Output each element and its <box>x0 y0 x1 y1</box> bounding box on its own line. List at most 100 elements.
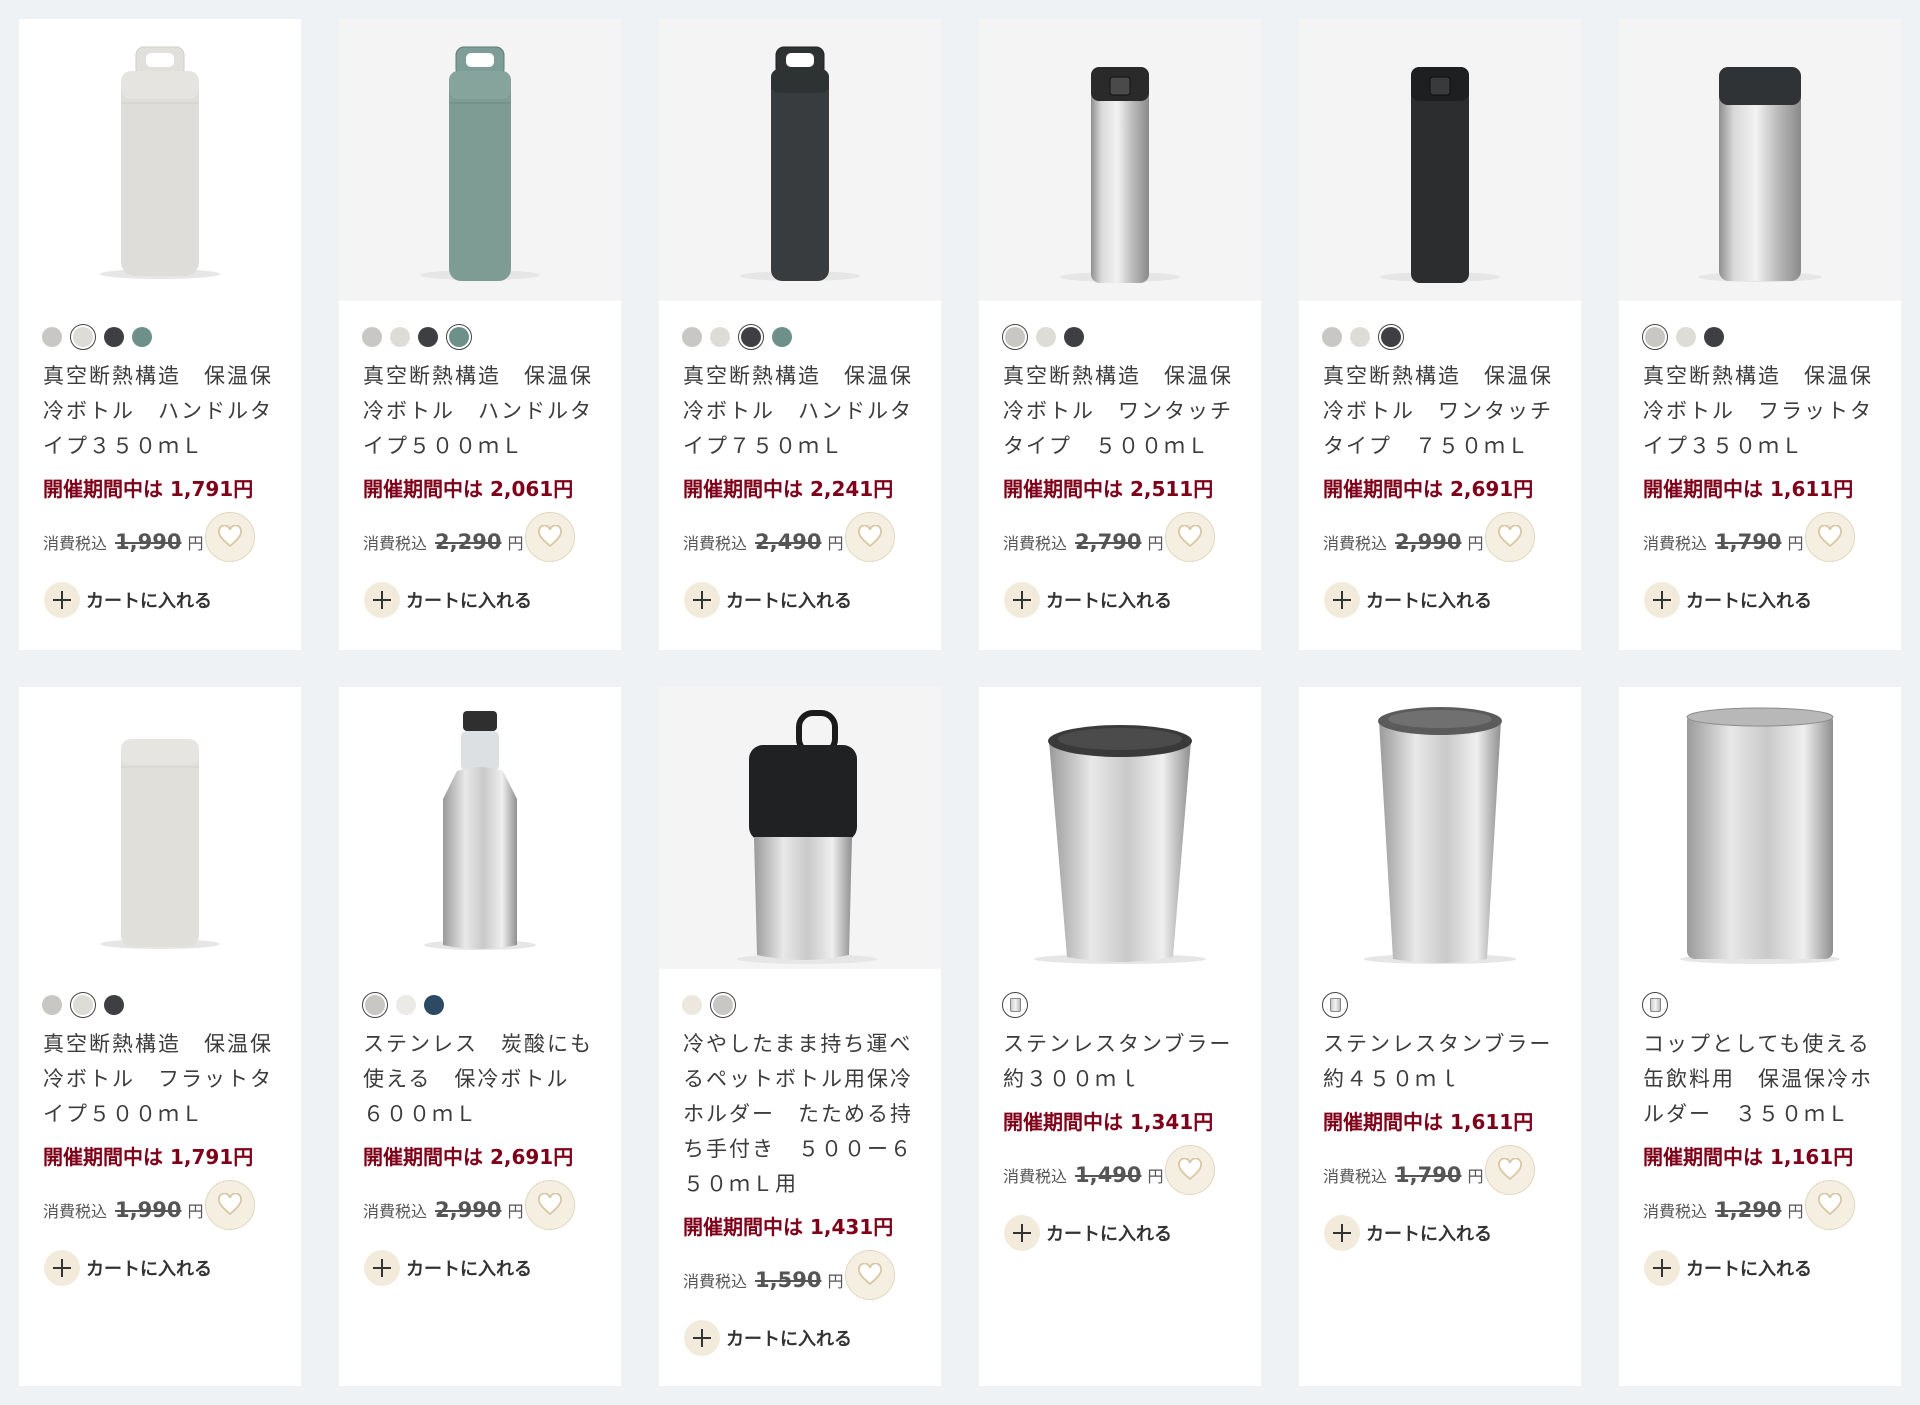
product-image[interactable] <box>979 687 1261 969</box>
favorite-button[interactable] <box>205 1180 255 1230</box>
original-price: 1,290 <box>1715 1198 1782 1222</box>
add-to-cart-button[interactable]: カートに入れる <box>683 572 917 628</box>
add-to-cart-button[interactable]: カートに入れる <box>1323 572 1557 628</box>
color-swatch[interactable] <box>738 324 764 350</box>
add-to-cart-label: カートに入れる <box>1686 591 1812 612</box>
product-name[interactable]: 真空断熱構造 保温保冷ボトル フラットタイプ５００ｍＬ <box>43 1027 277 1132</box>
product-card[interactable]: 真空断熱構造 保温保冷ボトル ワンタッチタイプ ５００ｍＬ 開催期間中は 2,5… <box>979 19 1261 650</box>
product-image[interactable] <box>19 19 301 301</box>
add-to-cart-button[interactable]: カートに入れる <box>1003 1205 1237 1261</box>
add-to-cart-button[interactable]: カートに入れる <box>363 1240 597 1296</box>
product-name[interactable]: 真空断熱構造 保温保冷ボトル フラットタイプ３５０ｍＬ <box>1643 359 1877 464</box>
product-card[interactable]: 真空断熱構造 保温保冷ボトル ハンドルタイプ３５０ｍＬ 開催期間中は 1,791… <box>19 19 301 650</box>
product-image[interactable] <box>659 19 941 301</box>
color-swatch[interactable] <box>1676 327 1696 347</box>
favorite-button[interactable] <box>205 512 255 562</box>
product-name[interactable]: 冷やしたまま持ち運べるペットボトル用保冷ホルダー たためる持ち手付き ５００ー６… <box>683 1027 917 1202</box>
product-card[interactable]: 真空断熱構造 保温保冷ボトル ハンドルタイプ７５０ｍＬ 開催期間中は 2,241… <box>659 19 941 650</box>
color-swatch[interactable] <box>70 992 96 1018</box>
color-swatch[interactable] <box>132 327 152 347</box>
color-swatch[interactable] <box>104 995 124 1015</box>
product-image[interactable] <box>19 687 301 969</box>
product-image[interactable] <box>659 687 941 969</box>
product-name[interactable]: ステンレスタンブラー約３００ｍｌ <box>1003 1027 1237 1097</box>
original-price: 2,990 <box>1395 530 1462 554</box>
color-swatch[interactable] <box>1642 324 1668 350</box>
add-to-cart-button[interactable]: カートに入れる <box>363 572 597 628</box>
color-swatch[interactable] <box>710 327 730 347</box>
color-swatch[interactable] <box>1002 324 1028 350</box>
color-swatch[interactable] <box>42 995 62 1015</box>
color-swatch[interactable] <box>682 995 702 1015</box>
product-image[interactable] <box>1299 19 1581 301</box>
color-swatch[interactable] <box>396 995 416 1015</box>
product-card[interactable]: ステンレス 炭酸にも使える 保冷ボトル ６００ｍＬ 開催期間中は 2,691円 … <box>339 687 621 1386</box>
color-swatch[interactable] <box>710 992 736 1018</box>
color-swatch[interactable] <box>1064 327 1084 347</box>
color-swatch[interactable] <box>446 324 472 350</box>
color-swatch[interactable] <box>42 327 62 347</box>
product-card[interactable]: 真空断熱構造 保温保冷ボトル ワンタッチタイプ ７５０ｍＬ 開催期間中は 2,6… <box>1299 19 1581 650</box>
product-image[interactable] <box>979 19 1261 301</box>
product-image[interactable] <box>339 687 621 969</box>
product-name[interactable]: コップとしても使える缶飲料用 保温保冷ホルダー ３５０ｍＬ <box>1643 1027 1877 1132</box>
product-card[interactable]: ステンレスタンブラー約３００ｍｌ 開催期間中は 1,341円 消費税込 1,49… <box>979 687 1261 1386</box>
color-swatch[interactable] <box>104 327 124 347</box>
add-to-cart-button[interactable]: カートに入れる <box>1003 572 1237 628</box>
product-name[interactable]: 真空断熱構造 保温保冷ボトル ハンドルタイプ５００ｍＬ <box>363 359 597 464</box>
color-swatch[interactable] <box>1350 327 1370 347</box>
color-swatch[interactable] <box>70 324 96 350</box>
product-card[interactable]: 真空断熱構造 保温保冷ボトル ハンドルタイプ５００ｍＬ 開催期間中は 2,061… <box>339 19 621 650</box>
product-image[interactable] <box>339 19 621 301</box>
favorite-button[interactable] <box>1165 1145 1215 1195</box>
product-card[interactable]: 真空断熱構造 保温保冷ボトル フラットタイプ５００ｍＬ 開催期間中は 1,791… <box>19 687 301 1386</box>
color-swatch[interactable] <box>362 992 388 1018</box>
color-swatch[interactable] <box>772 327 792 347</box>
add-to-cart-label: カートに入れる <box>1046 591 1172 612</box>
product-card[interactable]: 冷やしたまま持ち運べるペットボトル用保冷ホルダー たためる持ち手付き ５００ー６… <box>659 687 941 1386</box>
product-name[interactable]: 真空断熱構造 保温保冷ボトル ワンタッチタイプ ５００ｍＬ <box>1003 359 1237 464</box>
add-to-cart-button[interactable]: カートに入れる <box>1643 572 1877 628</box>
sale-price: 開催期間中は 1,791円 <box>43 477 254 501</box>
favorite-button[interactable] <box>525 512 575 562</box>
add-to-cart-button[interactable]: カートに入れる <box>43 572 277 628</box>
favorite-button[interactable] <box>1805 512 1855 562</box>
product-name[interactable]: ステンレス 炭酸にも使える 保冷ボトル ６００ｍＬ <box>363 1027 597 1132</box>
product-image[interactable] <box>1299 687 1581 969</box>
product-name[interactable]: 真空断熱構造 保温保冷ボトル ハンドルタイプ３５０ｍＬ <box>43 359 277 464</box>
favorite-button[interactable] <box>1165 512 1215 562</box>
color-swatch[interactable] <box>424 995 444 1015</box>
add-to-cart-button[interactable]: カートに入れる <box>683 1310 917 1366</box>
color-swatch[interactable] <box>362 327 382 347</box>
add-to-cart-button[interactable]: カートに入れる <box>43 1240 277 1296</box>
color-swatch[interactable] <box>418 327 438 347</box>
color-swatch-thumbnail[interactable] <box>1322 992 1348 1018</box>
color-swatch[interactable] <box>390 327 410 347</box>
color-swatch[interactable] <box>1036 327 1056 347</box>
product-image[interactable] <box>1619 687 1901 969</box>
color-swatch[interactable] <box>1704 327 1724 347</box>
product-name[interactable]: 真空断熱構造 保温保冷ボトル ハンドルタイプ７５０ｍＬ <box>683 359 917 464</box>
color-swatch[interactable] <box>682 327 702 347</box>
color-swatch[interactable] <box>1378 324 1404 350</box>
favorite-button[interactable] <box>1805 1180 1855 1230</box>
plus-icon <box>1324 582 1360 618</box>
product-name[interactable]: ステンレスタンブラー約４５０ｍｌ <box>1323 1027 1557 1097</box>
color-swatch[interactable] <box>1322 327 1342 347</box>
add-to-cart-button[interactable]: カートに入れる <box>1643 1240 1877 1296</box>
product-card[interactable]: ステンレスタンブラー約４５０ｍｌ 開催期間中は 1,611円 消費税込 1,79… <box>1299 687 1581 1386</box>
product-name[interactable]: 真空断熱構造 保温保冷ボトル ワンタッチタイプ ７５０ｍＬ <box>1323 359 1557 464</box>
product-image[interactable] <box>1619 19 1901 301</box>
favorite-button[interactable] <box>525 1180 575 1230</box>
yen-unit: 円 <box>1787 534 1804 553</box>
favorite-button[interactable] <box>1485 1145 1535 1195</box>
favorite-button[interactable] <box>845 1250 895 1300</box>
add-to-cart-button[interactable]: カートに入れる <box>1323 1205 1557 1261</box>
favorite-button[interactable] <box>845 512 895 562</box>
favorite-button[interactable] <box>1485 512 1535 562</box>
yen-unit: 円 <box>187 1202 204 1221</box>
color-swatch-thumbnail[interactable] <box>1642 992 1668 1018</box>
product-card[interactable]: 真空断熱構造 保温保冷ボトル フラットタイプ３５０ｍＬ 開催期間中は 1,611… <box>1619 19 1901 650</box>
color-swatch-thumbnail[interactable] <box>1002 992 1028 1018</box>
product-card[interactable]: コップとしても使える缶飲料用 保温保冷ホルダー ３５０ｍＬ 開催期間中は 1,1… <box>1619 687 1901 1386</box>
